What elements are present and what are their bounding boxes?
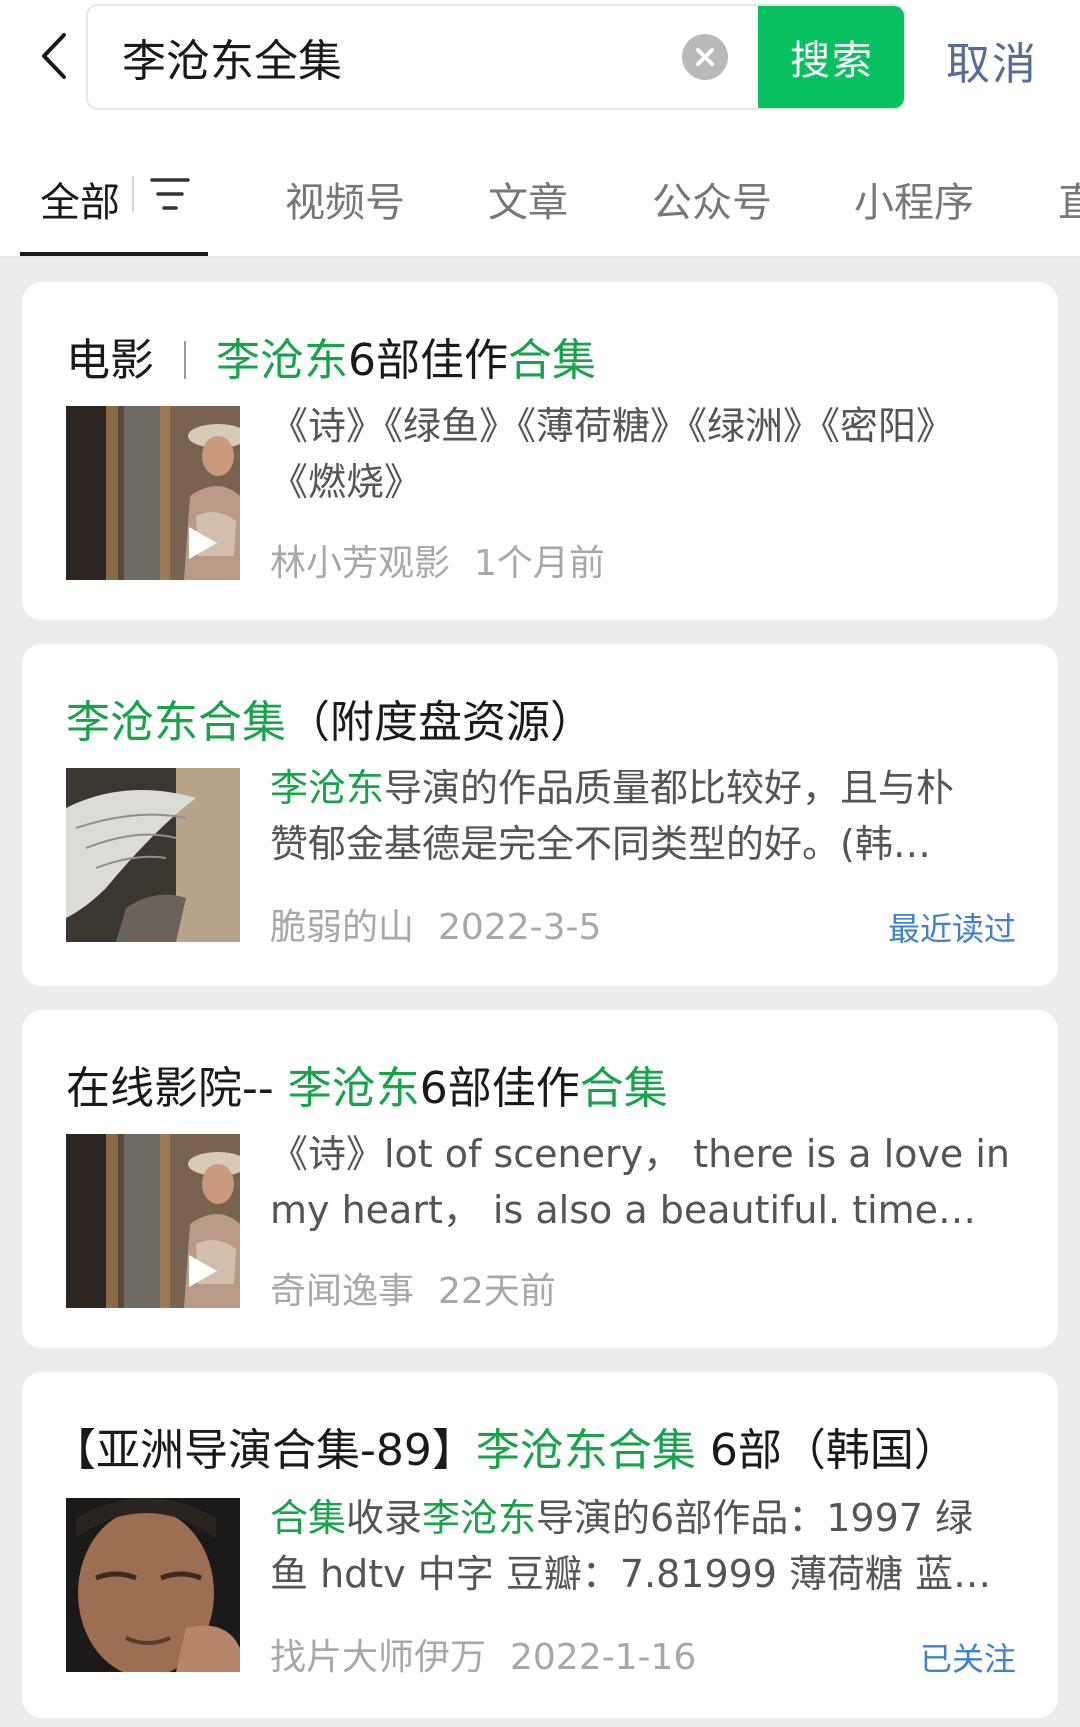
thumbnail-image [66,1498,240,1672]
search-box: 搜索 [86,4,906,110]
result-description: 合集收录李沧东导演的6部作品：1997 绿 鱼 hdtv 中字 豆瓣：7.819… [270,1496,992,1596]
result-description: 《诗》《绿鱼》《薄荷糖》《绿洲》《密阳》 《燃烧》 [270,404,955,504]
title-separator [184,341,186,379]
back-button[interactable] [28,26,78,86]
cancel-button[interactable]: 取消 [946,28,1038,92]
result-title: 李沧东合集（附度盘资源） [66,697,594,748]
result-date: 22天前 [438,1271,556,1312]
followed-badge: 已关注 [919,1640,1016,1678]
result-card[interactable]: 李沧东合集（附度盘资源） 李沧东导演的作品质量都比较好，且与朴 赞郁金基德是完全… [22,644,1058,986]
search-input[interactable] [88,6,688,108]
clear-search-button[interactable] [682,34,728,80]
result-card[interactable]: 在线影院-- 李沧东6部佳作合集 《诗》lot of scenery， ther… [22,1010,1058,1348]
result-source[interactable]: 林小芳观影 [270,543,450,584]
bird-feather-thumbnail[interactable] [66,768,240,942]
director-portrait-thumbnail[interactable] [66,1498,240,1672]
filter-icon[interactable] [150,176,190,212]
result-date: 2022-3-5 [438,907,602,948]
tab-live[interactable]: 直 [1058,170,1080,228]
tab-bar: 全部 视频号 文章 公众号 小程序 直 [0,118,1080,258]
tab-articles[interactable]: 文章 [488,170,568,228]
result-category: 电影 [66,335,154,386]
result-date: 1个月前 [474,543,605,584]
result-description: 《诗》lot of scenery， there is a love in my… [270,1132,1011,1232]
active-tab-indicator [20,252,208,256]
play-icon [189,1255,217,1287]
chevron-left-icon [42,33,66,79]
result-card[interactable]: 电影 李沧东6部佳作合集 《诗》《绿鱼》《薄荷糖》《绿洲》《密阳》 《燃烧》 林小… [22,282,1058,620]
tab-mini-programs[interactable]: 小程序 [854,170,974,228]
tab-channels[interactable]: 视频号 [285,170,405,228]
result-meta: 奇闻逸事 22天前 [270,1262,556,1314]
result-source[interactable]: 脆弱的山 [270,907,414,948]
recently-read-badge: 最近读过 [887,910,1016,948]
search-button[interactable]: 搜索 [758,6,904,108]
result-source[interactable]: 找片大师伊万 [270,1637,486,1678]
result-title: 电影 李沧东6部佳作合集 [66,335,596,386]
result-description: 李沧东导演的作品质量都比较好，且与朴 赞郁金基德是完全不同类型的好。(韩… [270,766,955,866]
woman-in-hat-thumbnail[interactable] [66,406,240,580]
play-icon [189,527,217,559]
result-card[interactable]: 【亚洲导演合集-89】李沧东合集 6部（韩国） 合集收录李沧东导演的6部作品：1… [22,1372,1058,1718]
tab-divider [132,176,134,212]
result-date: 2022-1-16 [510,1637,697,1678]
tab-all[interactable]: 全部 [40,170,120,228]
woman-in-hat-thumbnail[interactable] [66,1134,240,1308]
thumbnail-image [66,768,240,942]
search-header: 搜索 取消 [0,0,1080,118]
result-source[interactable]: 奇闻逸事 [270,1271,414,1312]
result-title: 【亚洲导演合集-89】李沧东合集 6部（韩国） [52,1425,958,1476]
result-meta: 脆弱的山 2022-3-5 [270,898,601,950]
result-meta: 林小芳观影 1个月前 [270,534,605,586]
result-meta: 找片大师伊万 2022-1-16 [270,1628,696,1680]
close-icon [696,48,714,66]
result-title: 在线影院-- 李沧东6部佳作合集 [66,1063,668,1114]
tab-official-accounts[interactable]: 公众号 [652,170,772,228]
